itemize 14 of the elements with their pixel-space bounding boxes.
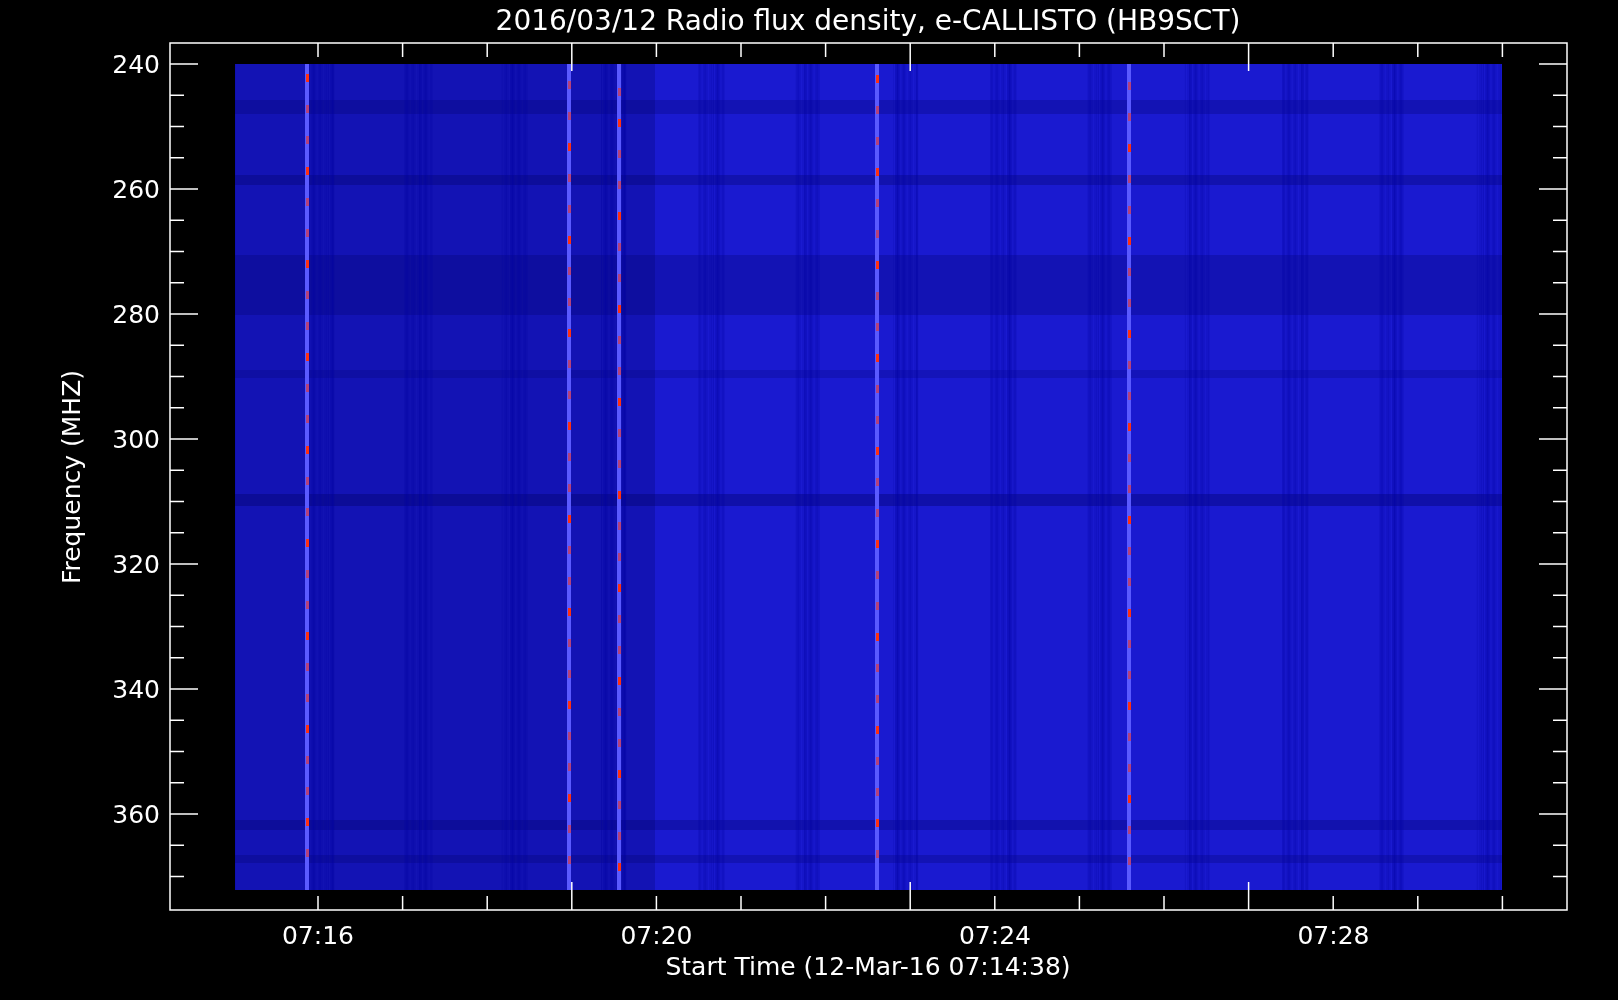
y-tick-label: 360 <box>112 800 160 829</box>
x-tick-label: 07:16 <box>282 921 354 950</box>
y-tick-label: 280 <box>112 300 160 329</box>
x-tick-label: 07:28 <box>1297 921 1370 950</box>
chart-title: 2016/03/12 Radio flux density, e-CALLISTO (HB9SCT) <box>495 4 1241 37</box>
y-axis-label: Frequency (MHZ) <box>57 369 86 585</box>
x-tick-label: 07:24 <box>959 921 1031 950</box>
y-tick-label: 260 <box>112 175 160 204</box>
y-tick-label: 340 <box>112 675 160 704</box>
y-tick-label: 320 <box>112 550 160 579</box>
x-axis-label: Start Time (12-Mar-16 07:14:38) <box>665 952 1071 981</box>
y-tick-label: 300 <box>112 425 160 454</box>
y-tick-label: 240 <box>112 50 160 79</box>
x-tick-label: 07:20 <box>620 921 693 950</box>
